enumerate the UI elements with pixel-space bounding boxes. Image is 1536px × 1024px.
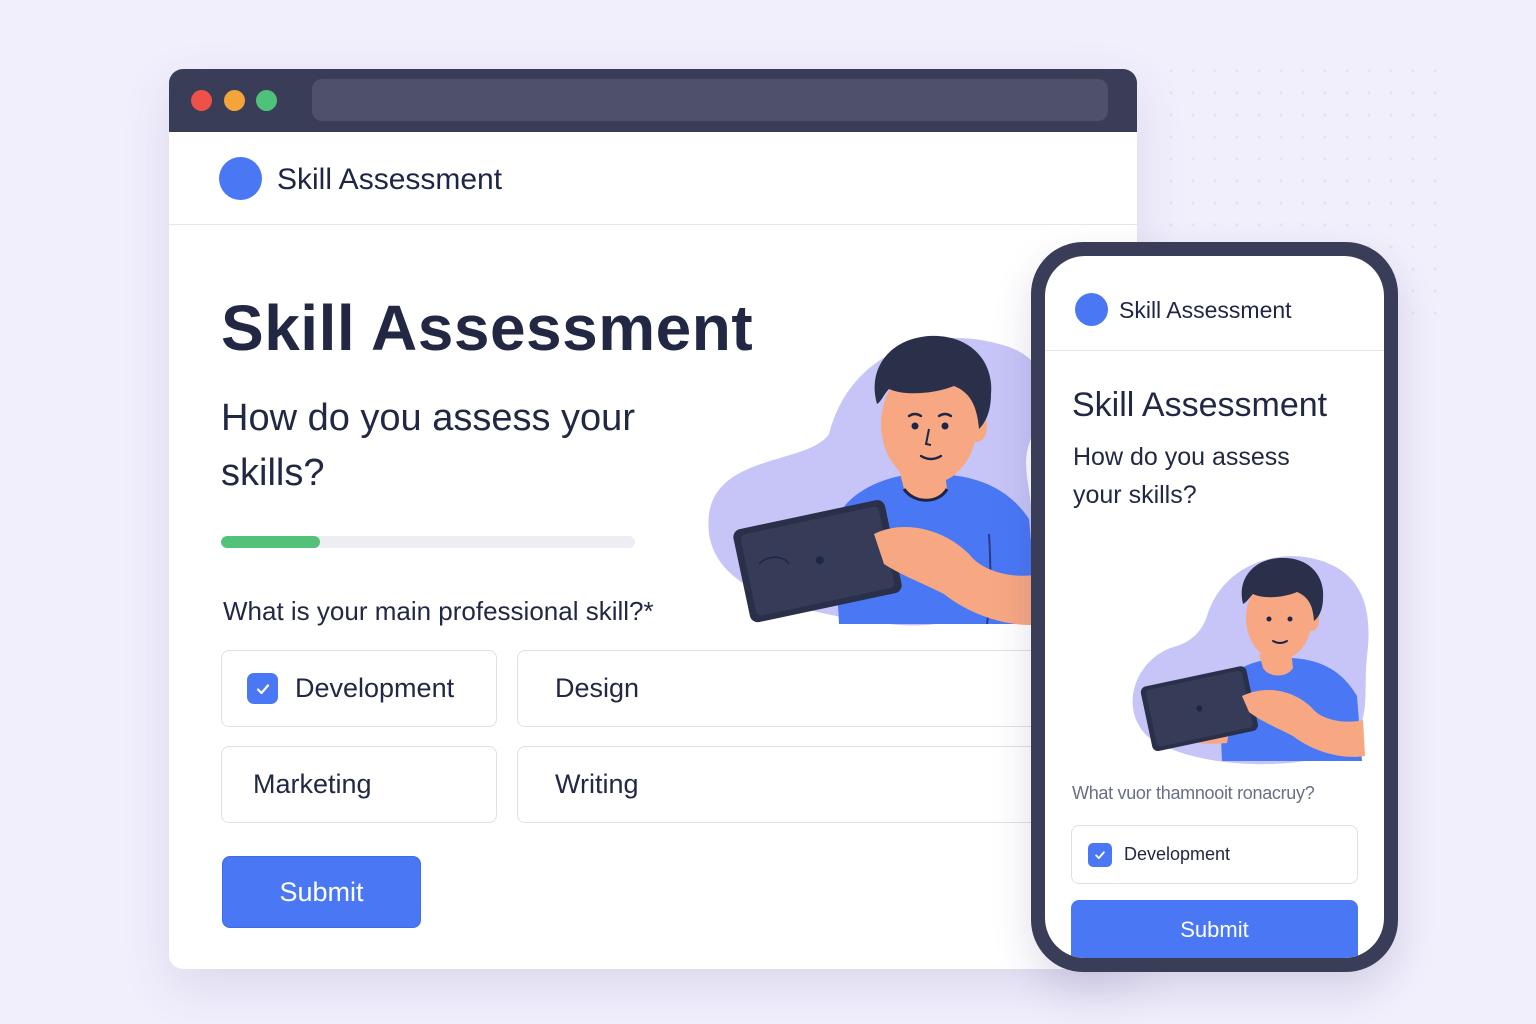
question-label: What is your main professional skill?*	[223, 596, 654, 626]
mobile-option-label: Development	[1124, 844, 1231, 864]
submit-button[interactable]: Submit	[222, 856, 421, 928]
browser-title-bar	[169, 69, 1137, 132]
app-logo	[219, 157, 262, 200]
page-title: Skill Assessment	[221, 292, 754, 364]
mobile-app-name: Skill Assessment	[1119, 297, 1292, 323]
maximize-window-icon[interactable]	[256, 90, 277, 111]
mobile-question-label: What vuor thamnooit ronacruy?	[1072, 783, 1315, 803]
option-label: Development	[295, 673, 455, 703]
page-subtitle: How do you assess your skills?	[221, 397, 635, 494]
close-window-icon[interactable]	[191, 90, 212, 111]
checkmark-icon	[256, 683, 269, 694]
mobile-device-frame: Skill Assessment Skill Assessment How do…	[1031, 242, 1398, 972]
option-label: Writing	[555, 769, 639, 799]
mobile-checkbox-checked[interactable]	[1088, 842, 1112, 867]
option-marketing[interactable]: Marketing	[221, 746, 497, 823]
progress-bar	[221, 536, 635, 548]
desktop-browser-window: Skill Assessment Skill Assessment How do…	[169, 69, 1137, 969]
minimize-window-icon[interactable]	[224, 90, 245, 111]
option-label: Marketing	[253, 769, 372, 799]
checkbox-checked[interactable]	[247, 673, 278, 704]
checkmark-icon	[1095, 850, 1105, 859]
mobile-option-development[interactable]: Development	[1071, 825, 1358, 884]
address-bar[interactable]	[312, 79, 1108, 121]
mobile-submit-button[interactable]: Submit	[1071, 900, 1358, 958]
mobile-page-subtitle: How do you assess your skills?	[1073, 443, 1290, 509]
mobile-app-header: Skill Assessment	[1045, 256, 1384, 351]
mobile-app-logo	[1075, 293, 1108, 326]
mobile-page-title: Skill Assessment	[1072, 386, 1328, 424]
app-header: Skill Assessment	[169, 132, 1137, 225]
mobile-person-with-tablet-illustration	[1132, 556, 1369, 765]
mobile-screen: Skill Assessment Skill Assessment How do…	[1045, 256, 1384, 958]
progress-fill	[221, 536, 321, 548]
app-name: Skill Assessment	[277, 163, 503, 196]
option-label: Design	[555, 673, 640, 703]
option-development[interactable]: Development	[221, 650, 497, 727]
